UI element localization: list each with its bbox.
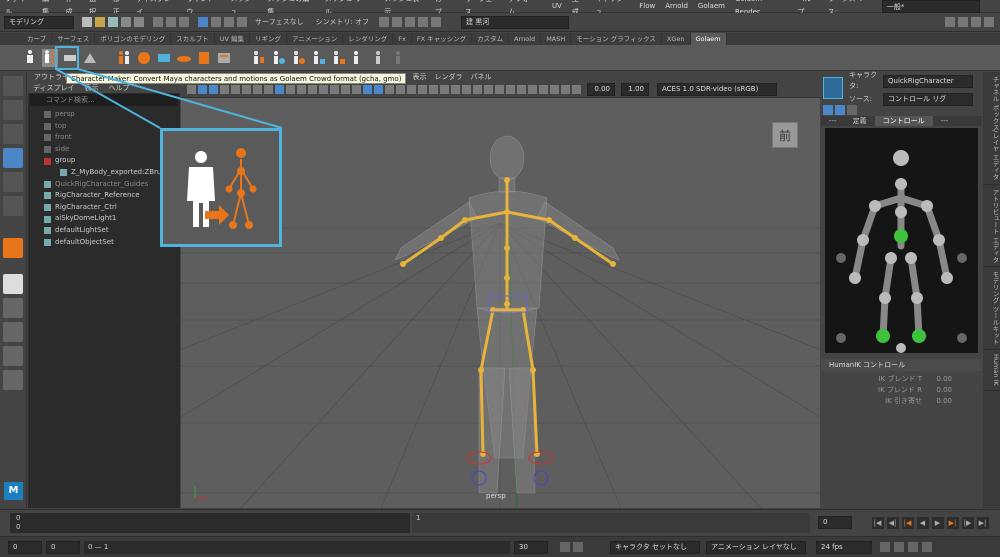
range-start-value: 0 xyxy=(13,543,18,551)
goto-end-icon[interactable]: ▶| xyxy=(976,517,989,529)
step-back-icon[interactable]: |◀ xyxy=(901,517,914,529)
range-start-field-2[interactable]: 0 xyxy=(46,541,80,554)
time-ruler[interactable] xyxy=(10,513,410,533)
current-frame-value: 0 xyxy=(823,518,828,526)
character-maker-zoom-icon xyxy=(187,148,257,229)
key-icon[interactable] xyxy=(908,542,918,552)
ruler-frame-label: 0 xyxy=(16,523,21,531)
character-set-value: キャラクタ セットなし xyxy=(615,543,687,551)
step-back-key-icon[interactable]: ◀| xyxy=(886,517,899,529)
anim-layer-dropdown[interactable]: アニメーション レイヤなし xyxy=(706,541,806,554)
range-end-field[interactable]: 30 xyxy=(514,541,548,554)
play-forward-icon[interactable]: ▶ xyxy=(931,517,944,529)
range-start-field[interactable]: 0 xyxy=(8,541,42,554)
callout-lines xyxy=(55,46,283,129)
prefs-icon[interactable] xyxy=(922,542,932,552)
anim-layer-value: アニメーション レイヤなし xyxy=(711,543,797,551)
zoom-callout xyxy=(160,128,282,247)
time-ruler-ext[interactable] xyxy=(412,513,810,533)
range-icons xyxy=(560,542,583,552)
loop-icon[interactable] xyxy=(894,542,904,552)
range-start-value-2: 0 xyxy=(51,543,56,551)
range-slider: 0 0 0 — 1 30 キャラクタ セットなし アニメーション レイヤなし 2… xyxy=(0,536,1000,557)
range-bar-label: 0 — 1 xyxy=(88,543,109,551)
play-back-icon[interactable]: ◀ xyxy=(916,517,929,529)
range-end-value: 30 xyxy=(519,543,528,551)
ruler-one-label: 1 xyxy=(416,514,421,522)
fps-dropdown[interactable]: 24 fps xyxy=(816,541,872,554)
playback-controls: |◀ ◀| |◀ ◀ ▶ ▶| |▶ ▶| xyxy=(870,517,990,529)
step-forward-key-icon[interactable]: |▶ xyxy=(961,517,974,529)
range-bar[interactable]: 0 — 1 xyxy=(84,541,510,554)
anim-prefs-icon[interactable] xyxy=(573,542,583,552)
time-slider[interactable]: 0 0 1 0 |◀ ◀| |◀ ◀ ▶ ▶| |▶ ▶| xyxy=(0,509,1000,535)
auto-key-icon[interactable] xyxy=(560,542,570,552)
character-set-dropdown[interactable]: キャラクタ セットなし xyxy=(610,541,700,554)
status-icons-bottom xyxy=(880,542,932,552)
fps-value: 24 fps xyxy=(821,543,843,551)
step-forward-icon[interactable]: ▶| xyxy=(946,517,959,529)
current-frame-field[interactable]: 0 xyxy=(818,516,852,529)
goto-start-icon[interactable]: |◀ xyxy=(871,517,884,529)
sound-icon[interactable] xyxy=(880,542,890,552)
ruler-start-label: 0 xyxy=(16,514,21,522)
